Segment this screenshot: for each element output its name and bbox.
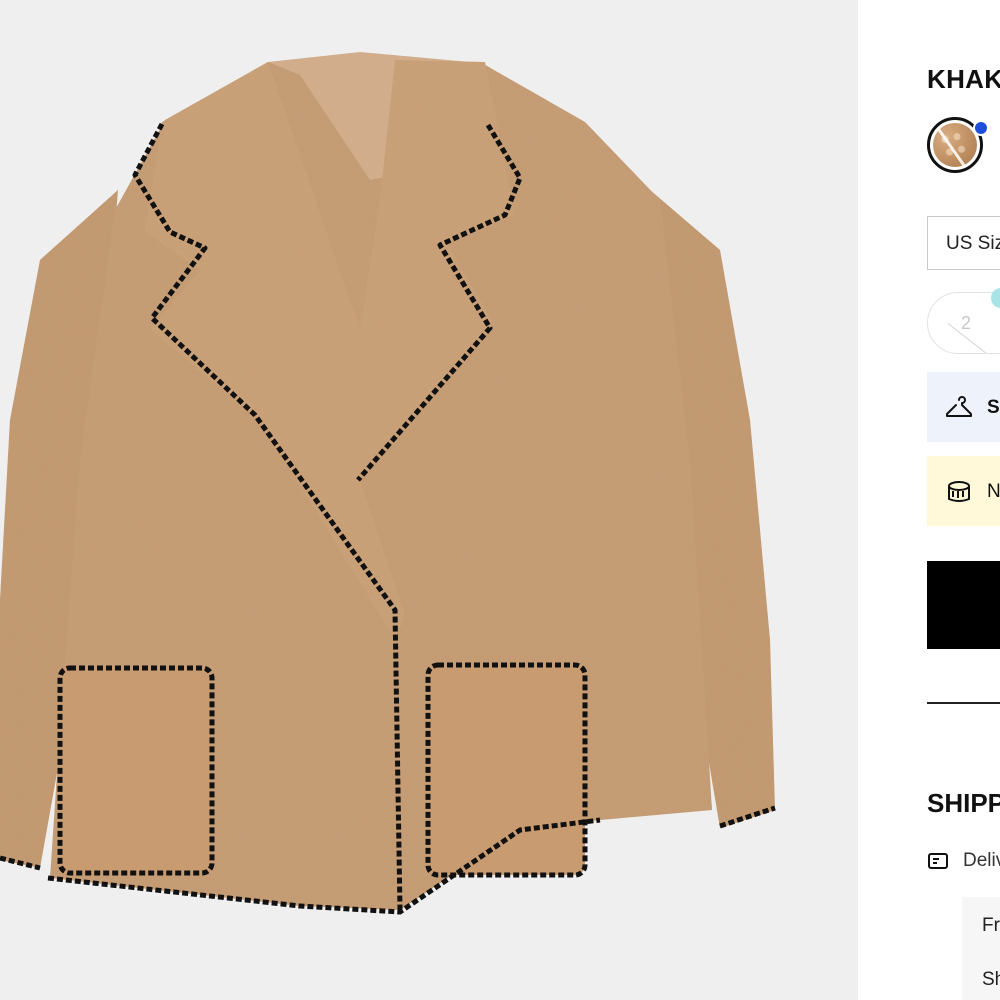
shipping-option: Fr	[982, 915, 1000, 936]
delivery-icon	[928, 853, 948, 869]
product-image	[0, 52, 776, 915]
shipping-option: Sh	[982, 969, 1000, 990]
fabric-icon	[948, 481, 970, 502]
size-option-label: 2	[961, 313, 972, 333]
swatch-image	[933, 123, 977, 167]
size-system-select[interactable]: US Size	[927, 216, 1000, 270]
color-name: KHAKI	[927, 64, 1000, 94]
add-to-cart-button[interactable]	[927, 561, 1000, 649]
size-fit-text: S	[987, 397, 1000, 418]
selected-indicator-icon	[973, 120, 989, 136]
shipping-options: Fr Sh	[962, 897, 1000, 1000]
out-of-stock-strike	[947, 323, 1000, 353]
product-image-area	[0, 0, 858, 1000]
fabric-note-row[interactable]: N	[927, 456, 1000, 526]
fabric-note-text: N	[987, 481, 1000, 502]
shipping-heading: SHIPPING	[927, 788, 1000, 818]
swatch-strike	[933, 123, 973, 167]
hanger-icon	[946, 396, 972, 417]
section-divider	[927, 702, 1000, 704]
product-info-panel: KHAKI US Size 2 S N SHIPPING D	[858, 0, 1000, 1000]
size-fit-row[interactable]: S	[927, 372, 1000, 442]
delivery-text: Delivery	[963, 850, 1000, 871]
size-option-2[interactable]: 2	[927, 292, 1000, 354]
left-pocket	[57, 665, 215, 876]
right-pocket	[425, 662, 588, 878]
delivery-row: Delivery	[927, 846, 1000, 876]
size-system-label: US Size	[946, 233, 1000, 254]
